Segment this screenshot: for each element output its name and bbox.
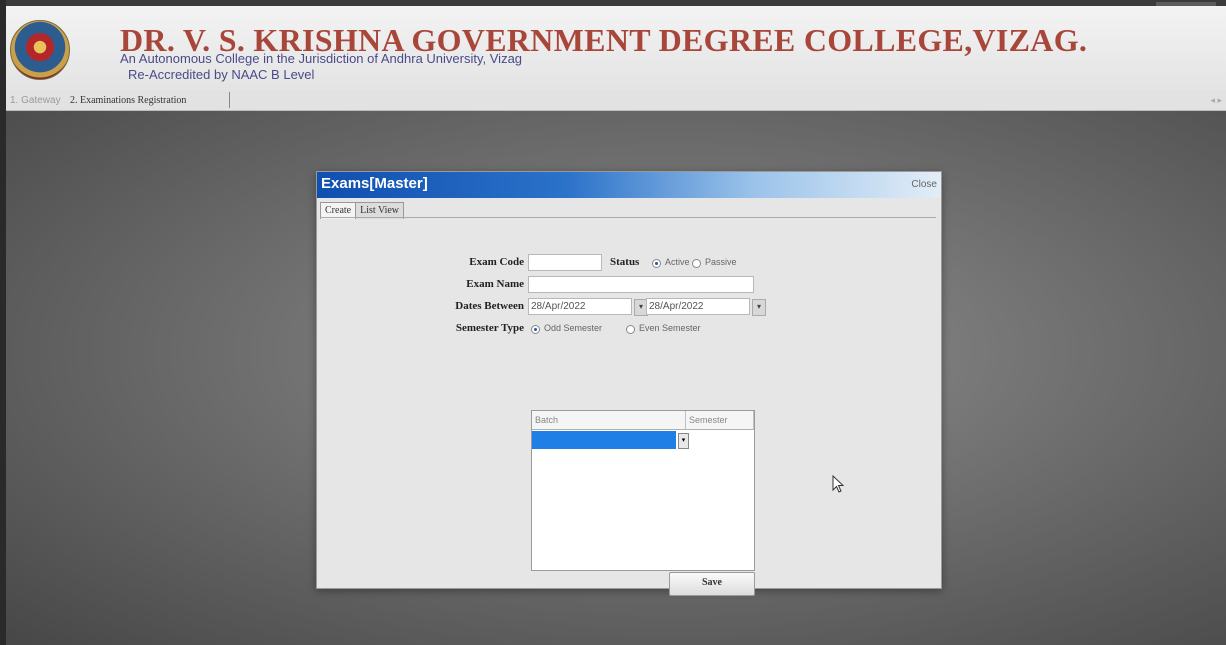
status-label: Status bbox=[610, 256, 640, 268]
date-from-value: 28/Apr/2022 bbox=[531, 301, 586, 312]
nav-tab-examinations-registration[interactable]: 2. Examinations Registration bbox=[70, 95, 186, 106]
create-form: Exam Code Status Active Passive Exam Nam… bbox=[320, 217, 936, 596]
status-active-radio[interactable] bbox=[652, 259, 661, 268]
batch-semester-grid: Batch Semester ▾ bbox=[531, 410, 755, 571]
mouse-cursor-icon bbox=[832, 475, 845, 493]
batch-dropdown-icon[interactable]: ▾ bbox=[678, 433, 689, 449]
status-passive-label: Passive bbox=[705, 257, 737, 267]
exam-code-label: Exam Code bbox=[469, 256, 524, 268]
nav-divider bbox=[229, 92, 230, 108]
nav-bar: 1. Gateway 2. Examinations Registration … bbox=[6, 90, 1226, 111]
selected-row-batch-cell[interactable] bbox=[532, 431, 676, 449]
date-to-dropdown-icon[interactable]: ▾ bbox=[752, 299, 766, 316]
date-to-field[interactable]: 28/Apr/2022 ▾ bbox=[646, 298, 766, 316]
exam-name-label: Exam Name bbox=[466, 278, 524, 290]
date-from-field[interactable]: 28/Apr/2022 ▾ bbox=[528, 298, 648, 316]
exam-name-input[interactable] bbox=[528, 276, 754, 293]
close-button[interactable]: Close bbox=[911, 179, 937, 190]
app-header: DR. V. S. KRISHNA GOVERNMENT DEGREE COLL… bbox=[6, 6, 1226, 90]
accreditation-text: Re-Accredited by NAAC B Level bbox=[128, 67, 315, 82]
exams-master-dialog: Exams[Master] Close Create List View Exam… bbox=[316, 171, 942, 596]
even-semester-radio[interactable] bbox=[626, 325, 635, 334]
nav-tab-gateway[interactable]: 1. Gateway bbox=[10, 95, 61, 106]
odd-semester-radio[interactable] bbox=[531, 325, 540, 334]
column-header-batch[interactable]: Batch bbox=[532, 411, 686, 430]
college-logo bbox=[10, 20, 70, 80]
dialog-tabs: Create List View bbox=[320, 200, 405, 219]
screen: DR. V. S. KRISHNA GOVERNMENT DEGREE COLL… bbox=[6, 0, 1226, 645]
date-to-value: 28/Apr/2022 bbox=[649, 301, 704, 312]
exam-code-input[interactable] bbox=[528, 254, 602, 271]
even-semester-label: Even Semester bbox=[639, 323, 701, 333]
column-header-semester[interactable]: Semester bbox=[686, 411, 754, 430]
status-passive-radio[interactable] bbox=[692, 259, 701, 268]
dates-between-label: Dates Between bbox=[455, 300, 524, 312]
college-subtitle: An Autonomous College in the Jurisdictio… bbox=[120, 51, 523, 66]
save-button[interactable]: Save bbox=[669, 572, 755, 596]
status-active-label: Active bbox=[665, 257, 690, 267]
nav-scroll-arrows-icon[interactable]: ◂ ▸ bbox=[1210, 95, 1222, 106]
dialog-title: Exams[Master] bbox=[321, 175, 428, 192]
dialog-title-bar[interactable]: Exams[Master] Close bbox=[317, 172, 941, 198]
semester-type-label: Semester Type bbox=[455, 322, 524, 334]
odd-semester-label: Odd Semester bbox=[544, 323, 603, 333]
